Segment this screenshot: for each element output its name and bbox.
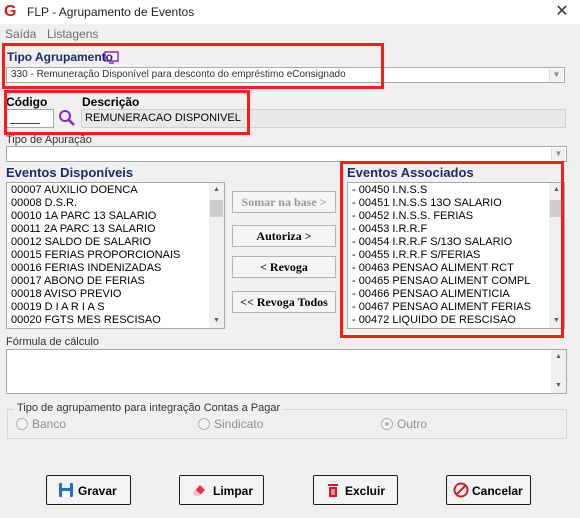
app-logo-icon: G — [4, 3, 17, 20]
menu-listagens[interactable]: Listagens — [47, 27, 98, 41]
radio-sindicato-label: Sindicato — [214, 417, 264, 431]
list-item[interactable]: 00018 AVISO PREVIO — [11, 288, 180, 301]
somar-na-base-button[interactable]: Somar na base > — [232, 191, 336, 213]
radio-outro[interactable] — [381, 418, 393, 430]
close-button[interactable]: ✕ — [550, 1, 574, 23]
excluir-button[interactable]: Excluir — [313, 475, 398, 505]
gravar-button[interactable]: Gravar — [46, 475, 131, 505]
revoga-todos-button[interactable]: << Revoga Todos — [232, 291, 336, 313]
list-item[interactable]: 00016 FERIAS INDENIZADAS — [11, 262, 180, 275]
floppy-disk-icon — [59, 483, 73, 497]
revoga-button[interactable]: < Revoga — [232, 256, 336, 278]
list-item[interactable]: 00021 FGTS MES ANTER RESC — [11, 327, 180, 328]
scrollbar[interactable]: ▲ ▼ — [209, 183, 224, 328]
scroll-up-icon[interactable]: ▲ — [551, 350, 566, 364]
highlight-tipo-agrupamento — [2, 43, 384, 89]
list-item[interactable]: 00017 ABONO DE FERIAS — [11, 275, 180, 288]
list-item[interactable]: 00010 1A PARC 13 SALARIO — [11, 210, 180, 223]
radio-sindicato[interactable] — [198, 418, 210, 430]
trash-icon — [328, 484, 338, 497]
chevron-down-icon[interactable]: ▼ — [551, 148, 565, 160]
limpar-button[interactable]: Limpar — [179, 475, 264, 505]
chevron-down-icon[interactable]: ▼ — [549, 69, 563, 81]
title-bar: G FLP - Agrupamento de Eventos ✕ — [0, 0, 580, 24]
window-title: FLP - Agrupamento de Eventos — [27, 5, 195, 19]
scroll-thumb[interactable] — [210, 200, 223, 217]
scrollbar[interactable]: ▲ ▼ — [551, 350, 566, 393]
list-item[interactable]: 00007 AUXILIO DOENCA — [11, 184, 180, 197]
list-item[interactable]: 00019 D I A R I A S — [11, 301, 180, 314]
formula-label: Fórmula de cálculo — [6, 336, 99, 348]
tipo-apuracao-label: Tipo de Apuração — [6, 134, 92, 146]
highlight-codigo-descricao — [4, 90, 250, 135]
radio-outro-label: Outro — [397, 417, 428, 431]
eventos-disponiveis-title: Eventos Disponíveis — [6, 165, 134, 180]
list-item[interactable]: 00011 2A PARC 13 SALARIO — [11, 223, 180, 236]
eventos-disponiveis-list[interactable]: 00007 AUXILIO DOENCA 00008 D.S.R. 00010 1A… — [6, 182, 225, 329]
tipo-apuracao-select[interactable]: ▼ — [6, 146, 567, 162]
highlight-eventos-associados — [340, 161, 564, 338]
menu-saida[interactable]: Saída — [5, 27, 36, 41]
formula-textarea[interactable]: ▲ ▼ — [6, 349, 567, 394]
autoriza-button[interactable]: Autoriza > — [232, 225, 336, 247]
scroll-down-icon[interactable]: ▼ — [551, 379, 566, 393]
menu-bar: Saída Listagens — [0, 24, 580, 64]
list-item[interactable]: 00015 FERIAS PROPORCIONAIS — [11, 249, 180, 262]
integracao-legend: Tipo de agrupamento para integração Cont… — [14, 402, 284, 414]
radio-banco[interactable] — [16, 418, 28, 430]
scroll-down-icon[interactable]: ▼ — [209, 314, 224, 328]
list-item[interactable]: 00008 D.S.R. — [11, 197, 180, 210]
cancelar-button[interactable]: Cancelar — [446, 475, 531, 505]
radio-banco-label: Banco — [32, 417, 67, 431]
eraser-icon — [193, 485, 205, 496]
list-item[interactable]: 00020 FGTS MES RESCISAO — [11, 314, 180, 327]
cancel-circle-icon — [453, 482, 469, 498]
scroll-up-icon[interactable]: ▲ — [209, 183, 224, 197]
list-item[interactable]: 00012 SALDO DE SALARIO — [11, 236, 180, 249]
